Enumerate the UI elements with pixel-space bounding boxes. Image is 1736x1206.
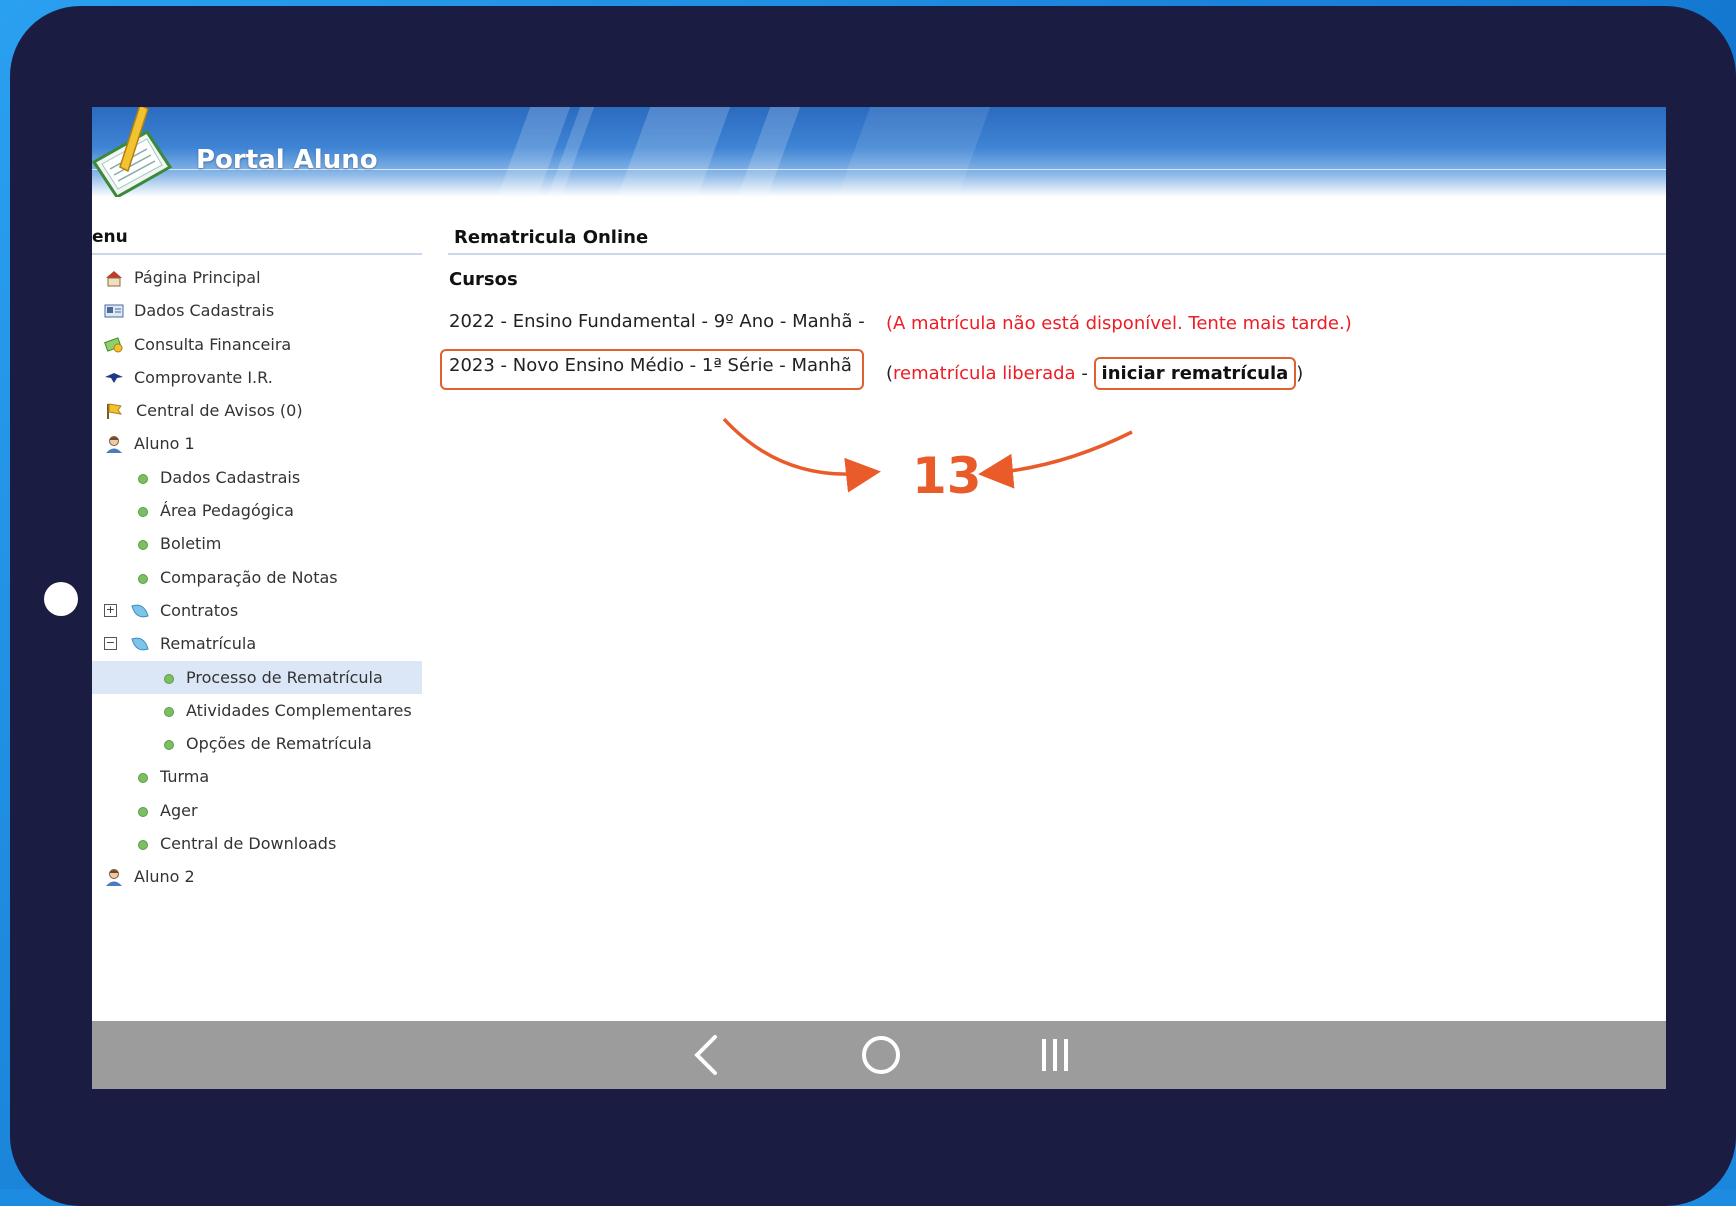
course-status: (rematrícula liberada - iniciar rematríc…	[886, 357, 1303, 390]
sidebar-item-label: Rematrícula	[160, 634, 257, 654]
main-content: Rematricula Online Cursos 2022 - Ensino …	[440, 225, 1666, 390]
bullet-icon	[164, 740, 174, 751]
flag-icon	[107, 403, 123, 420]
status-separator: -	[1075, 363, 1094, 384]
bullet-icon	[138, 540, 148, 551]
bullet-icon	[138, 806, 148, 817]
student-icon	[106, 869, 122, 887]
collapse-icon[interactable]: −	[104, 637, 117, 651]
course-name: 2022 - Ensino Fundamental - 9º Ano - Man…	[449, 311, 865, 332]
sidebar-item-label: Opções de Rematrícula	[186, 734, 372, 754]
sidebar-item-label: Aluno 2	[134, 867, 195, 887]
bullet-icon	[164, 706, 174, 717]
sidebar-item-label: Comparação de Notas	[160, 567, 338, 587]
section-title: Cursos	[449, 269, 518, 290]
sidebar-item-label: Área Pedagógica	[160, 501, 294, 521]
house-icon	[106, 271, 122, 287]
sidebar-item-label: Central de Downloads	[160, 834, 337, 852]
sidebar-item-central-avisos[interactable]: Central de Avisos (0)	[92, 394, 422, 427]
sidebar-subitem-contratos[interactable]: + Contratos	[92, 594, 422, 627]
page-title: Rematricula Online	[448, 225, 1666, 255]
book-pencil-icon	[92, 107, 173, 197]
course-name: 2023 - Novo Ensino Médio - 1ª Série - Ma…	[449, 355, 852, 376]
eagle-icon	[105, 372, 123, 383]
sidebar-item-label: Comprovante I.R.	[134, 367, 273, 387]
sidebar-item-label: Dados Cadastrais	[134, 301, 275, 321]
sidebar-item-label: Página Principal	[134, 268, 261, 287]
bullet-icon	[138, 773, 148, 784]
sidebar-item-label: Consulta Financeira	[134, 334, 292, 354]
money-icon	[104, 336, 123, 353]
sidebar-subitem-ager[interactable]: Ager	[92, 794, 422, 827]
student-icon	[106, 436, 122, 454]
leaf-icon	[131, 637, 149, 651]
sidebar-subitem-area-pedagogica[interactable]: Área Pedagógica	[92, 494, 422, 527]
sidebar-subitem-processo-rematricula[interactable]: Processo de Rematrícula	[92, 660, 422, 694]
sidebar-item-label: Central de Avisos (0)	[136, 401, 303, 421]
id-card-icon	[104, 304, 124, 318]
course-status: (A matrícula não está disponível. Tente …	[886, 313, 1352, 334]
sidebar-menu: enu Página Principal Dados Cadastrais Co…	[92, 225, 422, 893]
sidebar-item-consulta-financeira[interactable]: Consulta Financeira	[92, 328, 422, 361]
status-text: rematrícula liberada	[893, 363, 1076, 384]
screen: Portal Aluno enu Página Principal Dados …	[92, 107, 1666, 1089]
sidebar-item-label: Processo de Rematrícula	[186, 667, 383, 687]
sidebar-subitem-turma[interactable]: Turma	[92, 760, 422, 793]
bullet-icon	[138, 473, 148, 484]
leaf-icon	[131, 604, 149, 618]
sidebar-subitem-atividades-complementares[interactable]: Atividades Complementares	[92, 694, 422, 727]
start-rematricula-link[interactable]: iniciar rematrícula	[1093, 357, 1297, 390]
camera-dot	[44, 582, 78, 616]
bullet-icon	[138, 573, 148, 584]
arrow-left	[722, 417, 881, 493]
expand-icon[interactable]: +	[104, 603, 117, 617]
status-close: )	[1296, 363, 1304, 384]
bullet-icon	[138, 840, 148, 851]
sidebar-item-label: Dados Cadastrais	[160, 467, 301, 487]
sidebar-subitem-central-downloads[interactable]: Central de Downloads	[92, 827, 422, 851]
back-icon[interactable]	[682, 1031, 732, 1079]
sidebar-item-label: Ager	[160, 800, 198, 820]
step-number: 13	[912, 447, 982, 505]
sidebar-item-comprovante-ir[interactable]: Comprovante I.R.	[92, 361, 422, 394]
status-open: (	[886, 363, 894, 384]
bullet-icon	[138, 507, 148, 518]
recent-apps-icon[interactable]	[1030, 1031, 1080, 1079]
sidebar-subitem-boletim[interactable]: Boletim	[92, 527, 422, 560]
portal-title: Portal Aluno	[196, 145, 378, 175]
sidebar-item-label: Turma	[160, 767, 210, 787]
sidebar-item-label: Atividades Complementares	[186, 700, 412, 720]
bullet-icon	[164, 673, 174, 684]
sidebar-subitem-comparacao-notas[interactable]: Comparação de Notas	[92, 561, 422, 594]
sidebar-subitem-rematricula[interactable]: − Rematrícula	[92, 627, 422, 660]
sidebar-item-label: Boletim	[160, 534, 222, 554]
sidebar-item-aluno-2[interactable]: Aluno 2	[92, 860, 422, 893]
sidebar-item-pagina-principal[interactable]: Página Principal	[92, 261, 422, 294]
menu-title: enu	[92, 225, 422, 255]
sidebar-item-dados-cadastrais[interactable]: Dados Cadastrais	[92, 294, 422, 327]
sidebar-subitem-dados-cadastrais[interactable]: Dados Cadastrais	[92, 461, 422, 494]
sidebar-subitem-opcoes-rematricula[interactable]: Opções de Rematrícula	[92, 727, 422, 760]
portal-header: Portal Aluno	[92, 107, 1666, 197]
arrow-right	[978, 430, 1133, 489]
navigation-bar	[92, 1021, 1666, 1089]
sidebar-item-aluno-1[interactable]: Aluno 1	[92, 427, 422, 460]
sidebar-item-label: Contratos	[160, 600, 239, 620]
sidebar-item-label: Aluno 1	[134, 434, 195, 454]
home-icon[interactable]	[856, 1031, 906, 1079]
